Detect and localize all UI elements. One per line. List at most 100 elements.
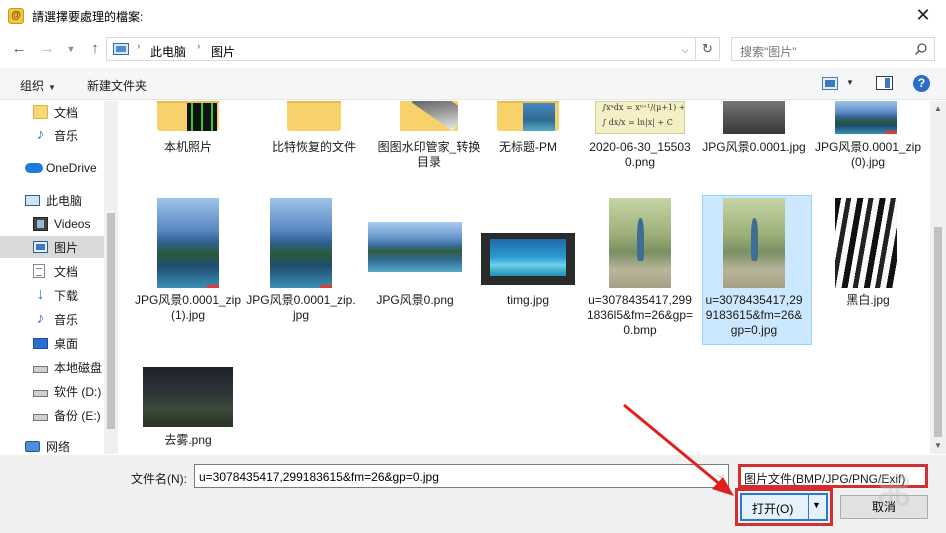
organize-label: 组织 [20, 79, 45, 93]
folder-icon [497, 101, 559, 131]
watermark-logo: ⌘ [875, 471, 913, 515]
change-view-icon[interactable] [822, 77, 838, 90]
file-item-image[interactable]: JPG风景0.png [360, 195, 470, 345]
image-thumbnail [143, 367, 233, 427]
scroll-up-icon[interactable]: ▲ [930, 101, 946, 117]
download-icon: ↓ [36, 286, 45, 303]
file-item-folder[interactable]: 图图水印管家_转换目录 [374, 101, 484, 177]
forward-arrow-icon[interactable]: → [36, 39, 58, 59]
breadcrumb-this-pc[interactable]: 此电脑 [150, 43, 186, 60]
sidebar-item-label: 音乐 [54, 128, 79, 143]
file-item-image-selected[interactable]: u=3078435417,299183615&fm=26&gp=0.jpg [702, 195, 812, 345]
file-item-image[interactable]: 黑白.jpg [813, 195, 923, 345]
file-name: timg.jpg [506, 293, 550, 307]
filename-label: 文件名(N): [131, 472, 187, 486]
drive-icon [33, 413, 48, 421]
view-options-chevron-icon[interactable]: ▼ [846, 78, 854, 87]
red-marker [207, 285, 219, 288]
file-list-scrollbar[interactable]: ▲ ▼ [930, 101, 946, 454]
sidebar-item-videos[interactable]: Videos [0, 213, 104, 235]
file-name: u=3078435417,299183615&fm=26&gp=0.jpg [705, 293, 803, 337]
music-icon: ♪ [36, 310, 45, 327]
file-item-image[interactable]: JPG风景0.0001_zip(1).jpg [133, 195, 243, 345]
filename-value[interactable]: u=3078435417,299183615&fm=26&gp=0.jpg [199, 470, 439, 484]
preview-pane-icon[interactable] [876, 76, 893, 90]
close-button[interactable]: ✕ [900, 0, 946, 32]
sidebar-item-onedrive[interactable]: OneDrive [0, 157, 104, 179]
title-bar: @ 請選擇要處理的檔案: ✕ [0, 0, 946, 32]
scroll-down-icon[interactable]: ▼ [930, 438, 946, 454]
file-item-folder[interactable]: 比特恢复的文件 [259, 101, 369, 163]
navigation-pane: 文档 ♪ 音乐 OneDrive 此电脑 Videos 图片 文档 ↓ 下载 ♪… [0, 101, 118, 454]
file-item-image[interactable]: JPG风景0.0001.jpg [699, 101, 809, 177]
sidebar-item-music[interactable]: ♪ 音乐 [0, 124, 104, 146]
sidebar-item-desktop[interactable]: 桌面 [0, 332, 104, 354]
file-item-image[interactable]: JPG风景0.0001_zip(0).jpg [813, 101, 923, 193]
sidebar-scrollbar[interactable] [104, 101, 118, 454]
sidebar-item-network[interactable]: 网络 [0, 435, 104, 454]
file-item-image[interactable]: timg.jpg [473, 195, 583, 345]
sidebar-item-this-pc[interactable]: 此电脑 [0, 189, 104, 211]
sidebar-item-label: 下载 [54, 288, 79, 303]
breadcrumb-pictures[interactable]: 图片 [211, 43, 235, 60]
sidebar-item-drive-d[interactable]: 软件 (D:) [0, 380, 104, 402]
search-icon[interactable] [914, 42, 928, 56]
refresh-icon[interactable]: ↻ [695, 38, 719, 60]
sidebar-item-documents[interactable]: 文档 [0, 101, 104, 123]
sidebar-item-drive-e[interactable]: 备份 (E:) [0, 404, 104, 426]
recent-locations-chevron-icon[interactable]: ▼ [60, 39, 82, 59]
image-thumbnail [157, 198, 219, 288]
sidebar-item-local-disk[interactable]: 本地磁盘 [0, 356, 104, 378]
open-button[interactable]: 打开(O) ▼ [740, 493, 828, 521]
breadcrumb-chevron-icon[interactable]: › [137, 41, 140, 52]
new-folder-button[interactable]: 新建文件夹 [87, 77, 147, 94]
filename-field[interactable]: u=3078435417,299183615&fm=26&gp=0.jpg ⌵ [194, 464, 729, 488]
search-input[interactable]: 搜索"图片" [740, 43, 797, 60]
sidebar-item-label: 此电脑 [46, 193, 83, 208]
sidebar-item-label: 桌面 [54, 336, 79, 351]
navigation-bar: ← → ▼ ↑ › 此电脑 › 图片 ⌵ ↻ 搜索"图片" [0, 34, 946, 64]
file-name: JPG风景0.0001_zip.jpg [246, 293, 356, 322]
file-name: JPG风景0.0001_zip(0).jpg [814, 140, 922, 169]
sidebar-item-downloads[interactable]: ↓ 下载 [0, 284, 104, 306]
chevron-down-icon: ▼ [48, 83, 56, 92]
organize-menu[interactable]: 组织 ▼ [20, 77, 56, 94]
file-list-view: 本机照片 比特恢复的文件 图图水印管家_转换目录 无标题-PM ∫xᵃdx = … [119, 101, 930, 454]
app-icon: @ [8, 8, 24, 24]
sidebar-scrollbar-thumb[interactable] [107, 213, 115, 429]
image-thumbnail [723, 198, 785, 288]
address-bar[interactable]: › 此电脑 › 图片 ⌵ ↻ [106, 37, 720, 61]
breadcrumb-chevron-icon[interactable]: › [197, 41, 200, 52]
file-item-folder[interactable]: 无标题-PM [473, 101, 583, 163]
image-thumbnail [835, 198, 897, 288]
pictures-location-icon [113, 43, 129, 55]
file-item-image[interactable]: 去雾.png [133, 367, 243, 449]
file-name: JPG风景0.png [376, 293, 454, 307]
up-arrow-icon[interactable]: ↑ [84, 39, 106, 59]
sidebar-item-label: 本地磁盘 [54, 360, 103, 375]
search-box[interactable]: 搜索"图片" [731, 37, 935, 61]
file-item-folder[interactable]: 本机照片 [133, 101, 243, 163]
file-item-image[interactable]: ∫xᵃdx = xᵘ⁺¹/(μ+1) + C, (μ ≠ −1) ∫ dx/x … [585, 101, 695, 177]
file-name: 比特恢复的文件 [271, 140, 356, 154]
cloud-icon [25, 163, 43, 173]
image-thumbnail: ∫xᵃdx = xᵘ⁺¹/(μ+1) + C, (μ ≠ −1) ∫ dx/x … [595, 101, 685, 134]
sidebar-item-pictures[interactable]: 图片 [0, 236, 104, 258]
help-icon[interactable]: ? [913, 75, 930, 92]
address-history-chevron-icon[interactable]: ⌵ [677, 42, 693, 58]
file-name: 图图水印管家_转换目录 [377, 140, 481, 169]
file-name: 去雾.png [164, 433, 212, 447]
open-options-chevron-icon[interactable]: ▼ [812, 500, 821, 510]
sidebar-item-music-pc[interactable]: ♪ 音乐 [0, 308, 104, 330]
filename-history-chevron-icon[interactable]: ⌵ [717, 470, 724, 481]
sidebar-item-label: 软件 (D:) [54, 384, 102, 399]
drive-icon [33, 389, 48, 397]
file-item-image[interactable]: u=3078435417,2991836l5&fm=26&gp=0.bmp [585, 195, 695, 345]
file-item-image[interactable]: JPG风景0.0001_zip.jpg [246, 195, 356, 345]
back-arrow-icon[interactable]: ← [8, 39, 30, 59]
sidebar-item-documents-pc[interactable]: 文档 [0, 260, 104, 282]
file-list-scrollbar-thumb[interactable] [934, 227, 942, 437]
folder-icon [157, 101, 219, 131]
sidebar-item-label: Videos [54, 217, 91, 231]
image-thumbnail [368, 222, 462, 272]
